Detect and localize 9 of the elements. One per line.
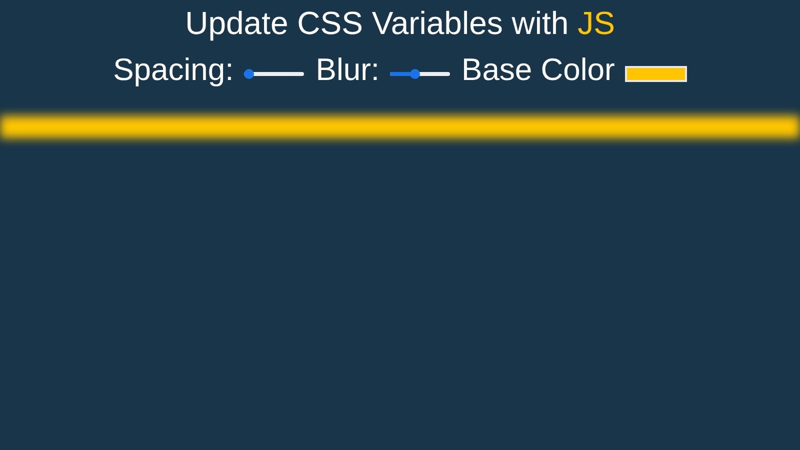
slider-thumb[interactable] — [410, 69, 420, 79]
control-label: Blur: — [316, 51, 380, 89]
range-slider[interactable] — [390, 72, 450, 76]
page-title: Update CSS Variables with JS — [185, 4, 615, 42]
color-picker[interactable] — [624, 66, 687, 82]
control-label: Spacing: — [113, 51, 234, 89]
range-slider[interactable] — [244, 72, 304, 76]
slider-thumb[interactable] — [244, 69, 254, 79]
control-label: Base Color — [462, 51, 615, 89]
